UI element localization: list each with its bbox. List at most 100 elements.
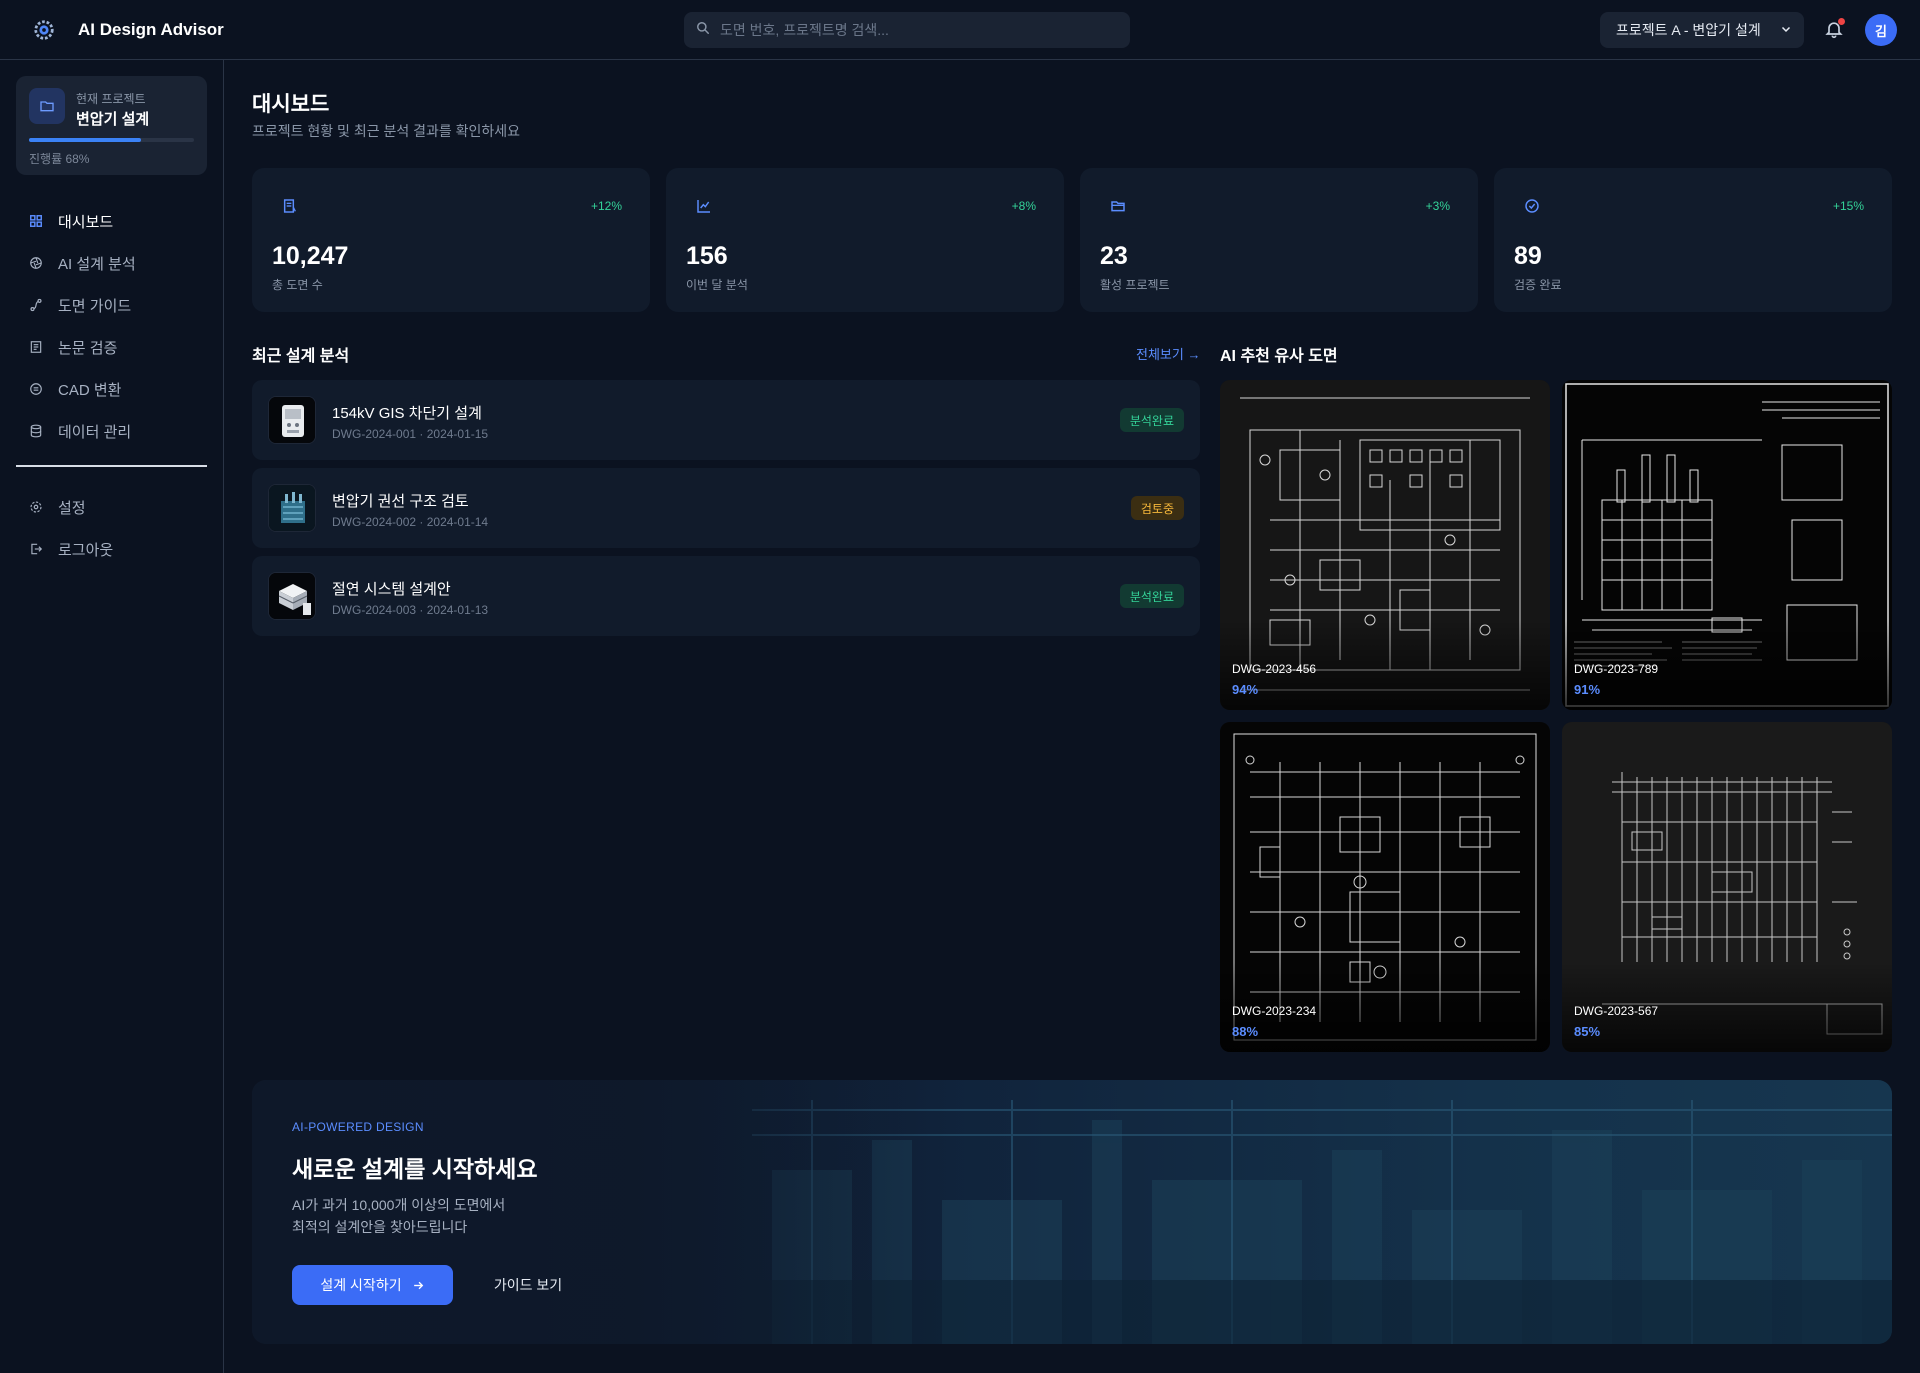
stat-card-active-projects[interactable]: +3% 23 활성 프로젝트 [1080,168,1478,312]
hero-description-line: 최적의 설계안을 찾아드립니다 [292,1219,468,1235]
folder-icon [29,88,65,124]
avatar[interactable]: 김 [1865,14,1897,46]
document-icon [28,339,44,355]
sidebar-item-logout[interactable]: 로그아웃 [16,528,207,570]
sidebar-item-dashboard[interactable]: 대시보드 [16,200,207,242]
stat-value: 156 [686,242,728,270]
stat-delta: +15% [1832,199,1864,213]
chart-icon [696,198,712,214]
gear-icon [28,499,44,515]
row-code: DWG-2024-002 [332,515,417,529]
start-design-label: 설계 시작하기 [320,1277,402,1293]
sidebar-item-paper-verification[interactable]: 논문 검증 [16,326,207,368]
sidebar-item-cad-convert[interactable]: CAD 변환 [16,368,207,410]
sidebar-item-label: 대시보드 [58,213,114,231]
logout-icon [28,541,44,557]
analysis-row-3[interactable]: 절연 시스템 설계안 DWG-2024-003 · 2024-01-13 분석완… [252,556,1200,636]
sidebar-item-label: 논문 검증 [58,339,118,357]
project-progress-fill [29,138,142,142]
drawing-code: DWG-2023-789 [1574,662,1659,676]
meta-separator: · [416,603,427,617]
top-bar: AI Design Advisor 프로젝트 A - 변압기 설계 김 [0,0,1920,60]
recent-analysis-title: 최근 설계 분석 [252,348,350,365]
brand[interactable]: AI Design Advisor [32,18,224,42]
status-badge: 분석완료 [1119,408,1184,432]
row-date: 2024-01-14 [426,515,489,529]
view-all-link[interactable]: 전체보기 → [1136,344,1200,363]
meta-separator: · [416,427,427,441]
project-select[interactable]: 프로젝트 A - 변압기 설계 [1600,12,1804,48]
check-circle-icon [1524,198,1540,214]
sidebar-item-ai-analysis[interactable]: AI 설계 분석 [16,242,207,284]
stat-card-monthly-analysis[interactable]: +8% 156 이번 달 분석 [666,168,1064,312]
search-icon [696,21,710,40]
project-progress-bar [29,138,194,142]
recommend-title: AI 추천 유사 도면 [1220,348,1338,365]
insulation-system-thumbnail [268,572,316,620]
stat-value: 10,247 [272,242,349,270]
hero-banner: AI-POWERED DESIGN 새로운 설계를 시작하세요 AI가 과거 1… [252,1080,1892,1344]
sidebar-item-label: CAD 변환 [58,381,122,399]
current-project-card[interactable]: 현재 프로젝트 변압기 설계 진행률 68% [16,76,207,175]
notification-dot [1838,18,1845,25]
stat-value: 23 [1100,242,1128,270]
stat-delta: +8% [1011,199,1036,213]
search-input[interactable] [720,22,1100,38]
current-project-name: 변압기 설계 [76,111,150,128]
row-title: 절연 시스템 설계안 [332,581,451,598]
recommended-drawing-2[interactable]: DWG-2023-789 91% [1562,380,1892,710]
notification-bell-icon[interactable] [1822,18,1846,42]
stat-card-verified[interactable]: +15% 89 검증 완료 [1494,168,1892,312]
gear-logo-icon [32,18,56,42]
grid-icon [28,213,44,229]
app-title: AI Design Advisor [78,19,224,39]
view-guide-button[interactable]: 가이드 보기 [473,1265,583,1305]
route-icon [28,297,44,313]
stat-label: 총 도면 수 [272,278,323,292]
row-title: 변압기 권선 구조 검토 [332,493,469,510]
row-date: 2024-01-13 [426,603,489,617]
drawing-code: DWG-2023-456 [1232,662,1317,676]
stat-label: 이번 달 분석 [686,278,748,292]
hero-title: 새로운 설계를 시작하세요 [292,1156,538,1182]
recommended-drawing-1[interactable]: DWG-2023-456 94% [1220,380,1550,710]
file-icon [282,198,298,214]
database-icon [28,423,44,439]
hero-description: AI가 과거 10,000개 이상의 도면에서 최적의 설계안을 찾아드립니다 [292,1194,505,1238]
recommended-drawing-3[interactable]: DWG-2023-234 88% [1220,722,1550,1052]
gis-breaker-thumbnail [268,396,316,444]
row-meta: DWG-2024-001 · 2024-01-15 [332,427,488,441]
stat-card-total-drawings[interactable]: +12% 10,247 총 도면 수 [252,168,650,312]
stat-label: 활성 프로젝트 [1100,278,1170,292]
sidebar-item-drawing-guide[interactable]: 도면 가이드 [16,284,207,326]
row-meta: DWG-2024-002 · 2024-01-14 [332,515,488,529]
convert-icon [28,381,44,397]
hero-description-line: AI가 과거 10,000개 이상의 도면에서 [292,1197,506,1213]
arrow-right-icon [412,1279,425,1292]
sidebar-divider [16,465,207,467]
similarity-score: 91% [1574,682,1601,697]
page-subtitle: 프로젝트 현황 및 최근 분석 결과를 확인하세요 [252,123,521,139]
row-code: DWG-2024-001 [332,427,417,441]
drawing-code: DWG-2023-567 [1574,1004,1659,1018]
sidebar-item-data-management[interactable]: 데이터 관리 [16,410,207,452]
sidebar-bottom-nav: 설정 로그아웃 [16,486,207,570]
sidebar-item-settings[interactable]: 설정 [16,486,207,528]
start-design-button[interactable]: 설계 시작하기 [292,1265,453,1305]
analysis-row-1[interactable]: 154kV GIS 차단기 설계 DWG-2024-001 · 2024-01-… [252,380,1200,460]
drawing-code: DWG-2023-234 [1232,1004,1317,1018]
recommended-drawing-4[interactable]: DWG-2023-567 85% [1562,722,1892,1052]
folder-icon [1110,198,1126,214]
analysis-row-2[interactable]: 변압기 권선 구조 검토 DWG-2024-002 · 2024-01-14 검… [252,468,1200,548]
sidebar-item-label: 도면 가이드 [58,297,132,315]
transformer-thumbnail [268,484,316,532]
row-title: 154kV GIS 차단기 설계 [332,405,482,422]
search-bar[interactable] [684,12,1130,48]
sidebar-item-label: AI 설계 분석 [58,255,136,273]
status-badge: 분석완료 [1119,584,1184,608]
page-title: 대시보드 [252,93,330,116]
stat-delta: +3% [1425,199,1450,213]
sidebar-item-label: 설정 [58,499,86,517]
sidebar: 현재 프로젝트 변압기 설계 진행률 68% 대시보드 AI 설계 분석 도면 … [0,60,224,1373]
sidebar-nav: 대시보드 AI 설계 분석 도면 가이드 논문 검증 CAD 변환 데이터 관리 [16,200,207,452]
